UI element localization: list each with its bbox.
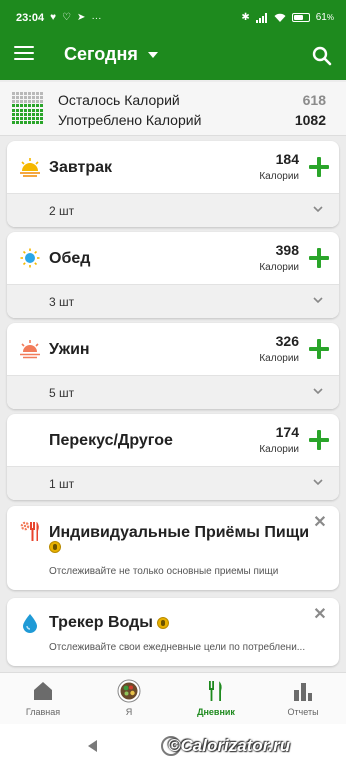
battery-level: 61%	[315, 12, 334, 23]
sunrise-icon	[20, 158, 40, 177]
consumed-calories-value: 1082	[294, 112, 326, 128]
close-icon[interactable]: ✕	[313, 607, 327, 623]
nav-label: Я	[125, 707, 133, 717]
consumed-calories-row: Употреблено Калорий 1082	[58, 112, 326, 128]
nav-diary[interactable]: Дневник	[181, 679, 251, 717]
meal-header[interactable]: Обед 398 Калории	[7, 232, 339, 284]
meal-calories-value: 174	[275, 424, 299, 440]
heart-icon: ♥	[50, 12, 57, 23]
meal-name: Перекус/Другое	[49, 432, 173, 449]
promo-description: Отслеживайте свои ежедневные цели по пот…	[49, 642, 306, 653]
meal-items-toggle[interactable]: 2 шт	[7, 193, 339, 227]
nav-label: Дневник	[197, 707, 235, 717]
chevron-down-icon	[313, 479, 323, 486]
premium-coin-icon	[49, 541, 61, 553]
moon-icon	[24, 433, 32, 447]
status-bar: 23:04 ♥ ♡ ➤ ··· ✱ 61%	[0, 0, 346, 32]
meal-header[interactable]: Перекус/Другое 174 Калории	[7, 414, 339, 466]
sun-icon	[20, 248, 40, 268]
bottom-navigation: Главная Я Дневник Отчеты	[0, 672, 346, 724]
meal-name: Ужин	[49, 341, 90, 358]
nav-home[interactable]: Главная	[8, 679, 78, 717]
promo-title: Трекер Воды	[49, 614, 170, 632]
meal-name: Обед	[49, 250, 91, 267]
meal-calories-unit: Калории	[259, 262, 299, 273]
cutlery-gear-icon	[20, 521, 39, 541]
meal-calories-value: 398	[275, 242, 299, 258]
custom-meals-card[interactable]: Индивидуальные Приёмы Пищи Отслеживайте …	[7, 506, 339, 590]
consumed-calories-label: Употреблено Калорий	[58, 112, 202, 128]
more-notifications-icon: ···	[91, 12, 102, 24]
meal-items-toggle[interactable]: 3 шт	[7, 284, 339, 318]
calorie-grid-icon	[12, 92, 44, 124]
signal-icon	[255, 12, 267, 23]
back-icon[interactable]	[88, 740, 97, 752]
meal-card-dinner: Ужин 326 Калории 5 шт	[7, 323, 339, 409]
nav-label: Главная	[25, 707, 61, 717]
bluetooth-icon: ✱	[241, 11, 250, 23]
heart-icon: ♡	[62, 12, 72, 23]
meal-calories-unit: Калории	[259, 171, 299, 182]
dropdown-caret-icon	[147, 51, 158, 58]
meal-name: Завтрак	[49, 159, 113, 176]
meal-header[interactable]: Завтрак 184 Калории	[7, 141, 339, 193]
water-tracker-card[interactable]: Трекер Воды Отслеживайте свои ежедневные…	[7, 598, 339, 666]
remaining-calories-value: 618	[302, 92, 326, 108]
watermark: ©Calorizator.ru	[168, 736, 291, 755]
remaining-calories-label: Осталось Калорий	[58, 92, 180, 108]
premium-coin-icon	[157, 616, 170, 629]
home-icon	[34, 682, 52, 700]
nav-label: Отчеты	[287, 707, 319, 717]
promo-description: Отслеживайте не только основные приемы п…	[49, 566, 279, 577]
meal-item-count: 5 шт	[49, 386, 75, 400]
meal-calories-unit: Калории	[259, 444, 299, 455]
promo-title: Индивидуальные Приёмы Пищи	[49, 524, 310, 541]
meal-card-lunch: Обед 398 Калории 3 шт	[7, 232, 339, 318]
meal-calories-value: 326	[275, 333, 299, 349]
meal-items-toggle[interactable]: 1 шт	[7, 466, 339, 500]
chevron-down-icon	[313, 206, 323, 213]
close-icon[interactable]: ✕	[313, 515, 327, 531]
calorie-summary[interactable]: Осталось Калорий 618 Употреблено Калорий…	[0, 82, 346, 136]
date-selector[interactable]: Сегодня	[64, 44, 158, 65]
add-food-button[interactable]	[309, 339, 329, 359]
add-food-button[interactable]	[309, 430, 329, 450]
app-bar: Сегодня	[0, 32, 346, 80]
meal-card-snack: Перекус/Другое 174 Калории 1 шт	[7, 414, 339, 500]
meal-item-count: 3 шт	[49, 295, 75, 309]
battery-icon	[291, 13, 310, 22]
meal-card-breakfast: Завтрак 184 Калории 2 шт	[7, 141, 339, 227]
water-drop-icon	[23, 614, 37, 633]
menu-icon[interactable]	[14, 46, 34, 64]
meal-items-toggle[interactable]: 5 шт	[7, 375, 339, 409]
remaining-calories-row: Осталось Калорий 618	[58, 92, 326, 108]
meal-item-count: 2 шт	[49, 204, 75, 218]
navigation-icon: ➤	[77, 12, 86, 23]
cutlery-icon	[209, 681, 222, 701]
meal-header[interactable]: Ужин 326 Калории	[7, 323, 339, 375]
sunset-icon	[20, 340, 40, 359]
page-title: Сегодня	[64, 44, 138, 64]
meal-calories-unit: Калории	[259, 353, 299, 364]
search-icon[interactable]	[310, 44, 334, 68]
nav-reports[interactable]: Отчеты	[268, 679, 338, 717]
bar-chart-icon	[294, 683, 312, 701]
status-time: 23:04	[16, 12, 45, 24]
chevron-down-icon	[313, 388, 323, 395]
chevron-down-icon	[313, 297, 323, 304]
meal-calories-value: 184	[275, 151, 299, 167]
add-food-button[interactable]	[309, 157, 329, 177]
add-food-button[interactable]	[309, 248, 329, 268]
wifi-icon	[274, 13, 286, 22]
system-navigation: ©Calorizator.ru	[0, 724, 346, 768]
meal-item-count: 1 шт	[49, 477, 75, 491]
nav-me[interactable]: Я	[94, 679, 164, 717]
avatar	[117, 679, 141, 703]
